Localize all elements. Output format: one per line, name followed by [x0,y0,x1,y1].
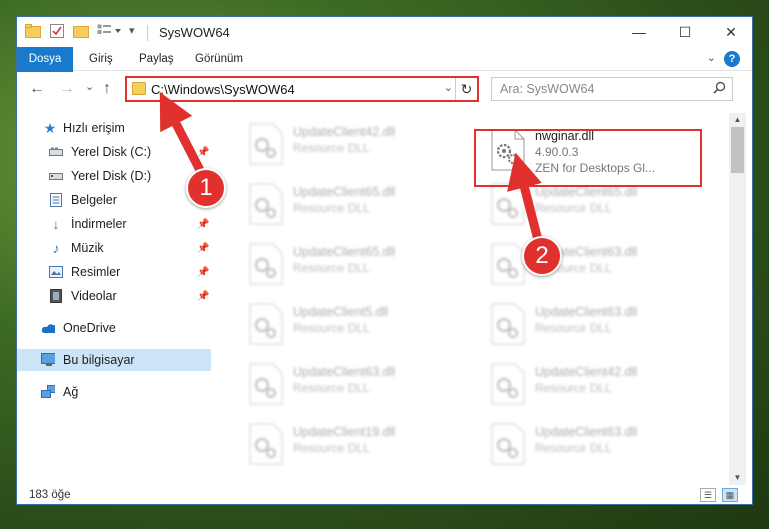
arrow-step-2 [507,152,543,245]
arrow-step-1 [159,91,209,183]
step-2-badge: 2 [522,236,562,276]
step-1-badge: 1 [186,168,226,208]
annotation-arrows [159,91,543,245]
